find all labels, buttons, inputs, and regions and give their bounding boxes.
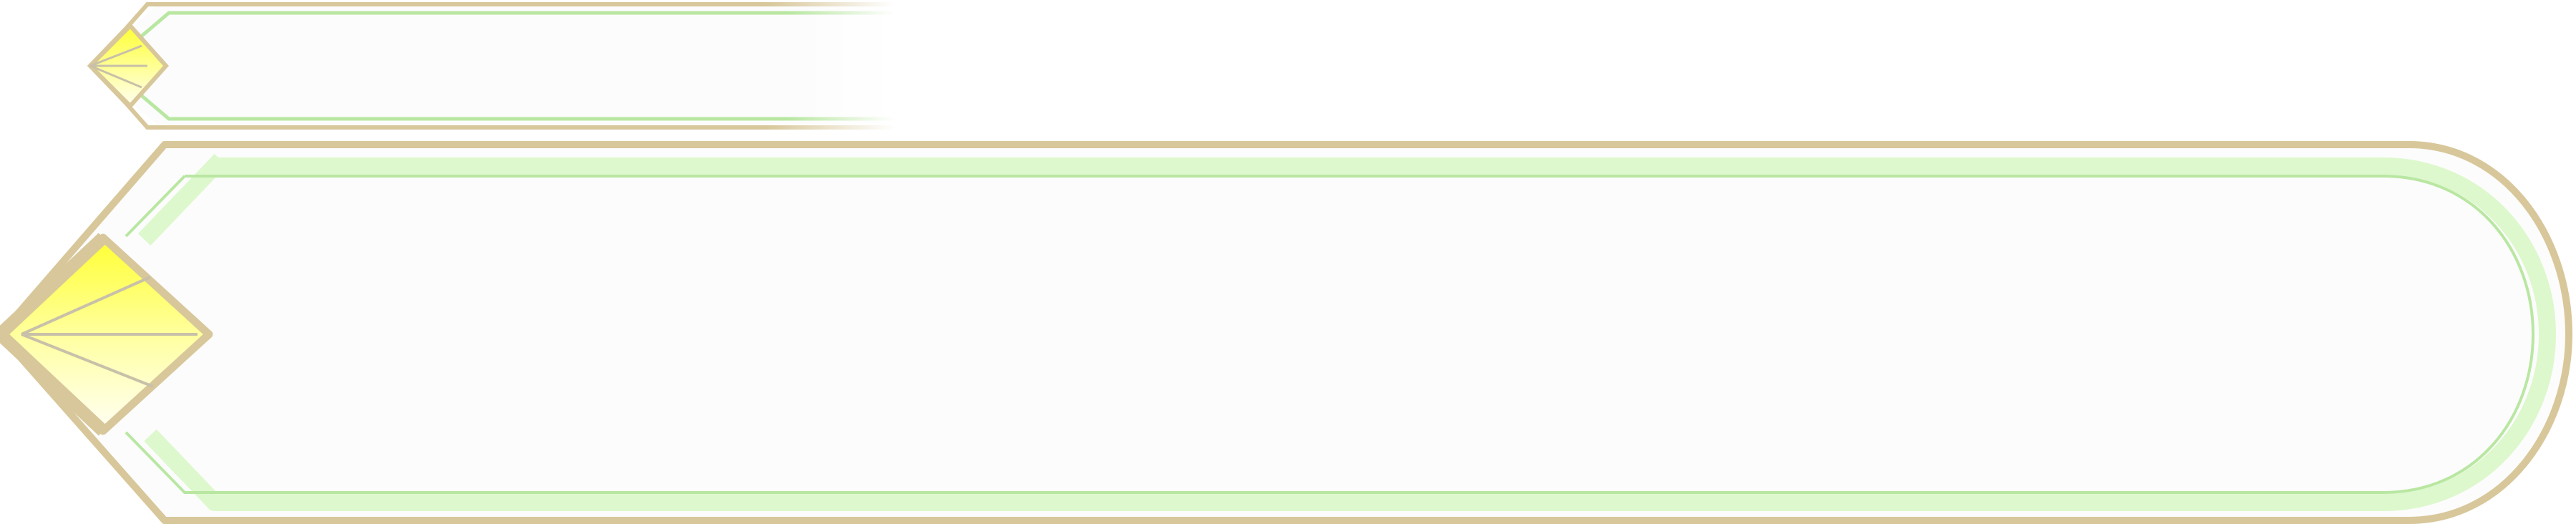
small-header-panel <box>87 2 894 130</box>
small-panel-fill <box>127 4 894 125</box>
large-main-panel <box>0 141 2572 524</box>
decorative-frame-artwork <box>0 2 2572 524</box>
large-panel-fill <box>0 145 2569 520</box>
ui-frame-stage <box>0 0 2576 524</box>
